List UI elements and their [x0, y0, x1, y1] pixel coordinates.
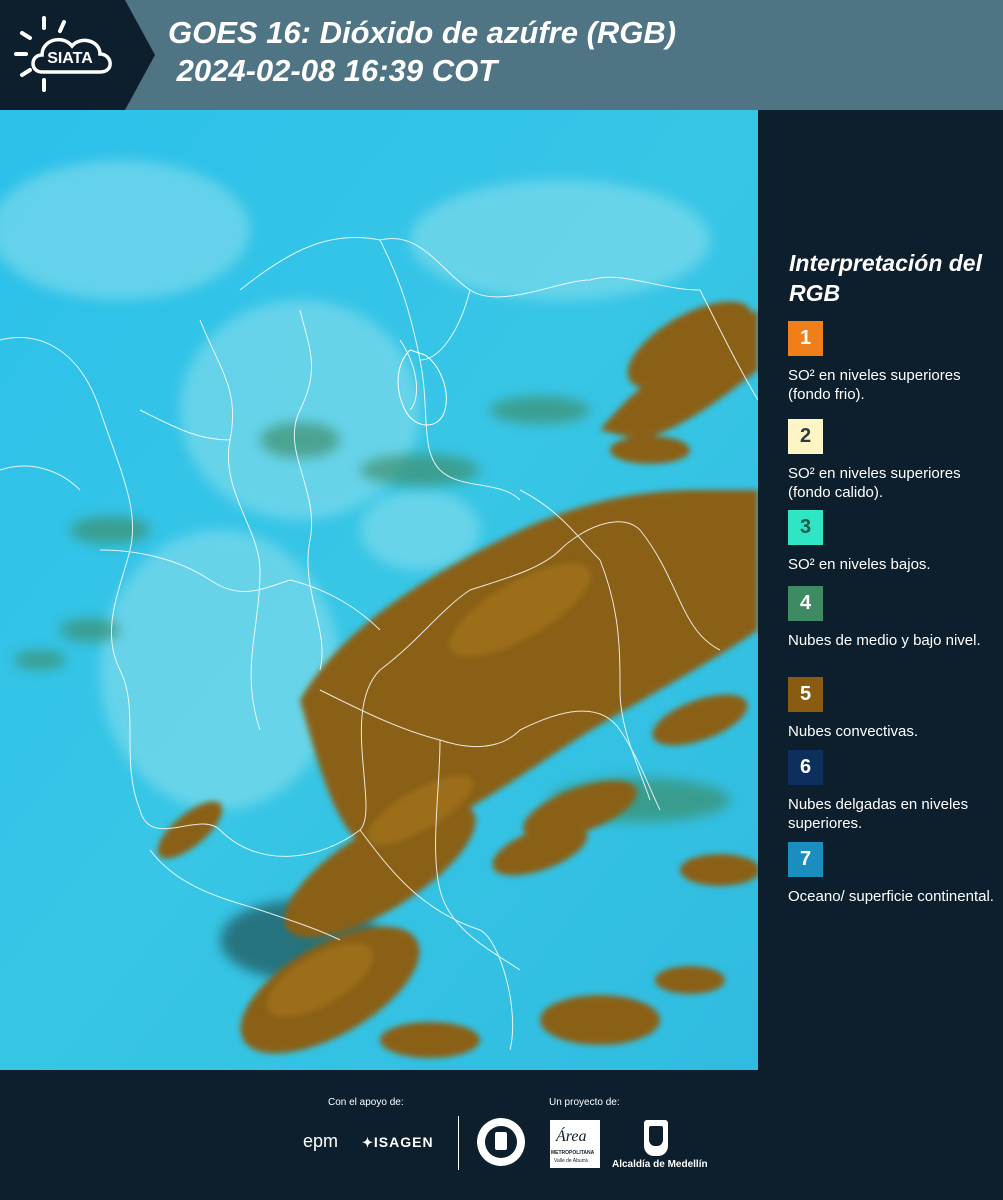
medellin-seal-icon — [477, 1118, 525, 1166]
legend-label-1: SO² en niveles superiores (fondo frio). — [788, 367, 961, 403]
legend-swatch-5: 5 — [788, 677, 823, 712]
legend-label-7: Oceano/ superficie continental. — [788, 888, 994, 905]
satellite-map — [0, 110, 758, 1070]
legend-swatch-3: 3 — [788, 510, 823, 545]
legend-item-1: 1 SO² en niveles superiores (fondo frio)… — [788, 321, 998, 404]
legend-number-3: 3 — [799, 516, 812, 538]
support-label: Con el apoyo de: — [328, 1097, 404, 1108]
legend-number-2: 2 — [799, 425, 812, 447]
legend-item-5: 5 Nubes convectivas. — [788, 677, 998, 741]
legend-label-5: Nubes convectivas. — [788, 723, 919, 740]
legend-item-7: 7 Oceano/ superficie continental. — [788, 842, 998, 906]
isagen-icon: ✦ — [362, 1135, 374, 1150]
legend-label-3: SO² en niveles bajos. — [788, 556, 931, 573]
isagen-logo: ✦ISAGEN — [362, 1134, 434, 1150]
siata-logo: SIATA — [0, 0, 155, 110]
epm-logo: epm — [303, 1131, 339, 1151]
title-line-1: GOES 16: Dióxido de azúfre (RGB) — [168, 15, 677, 50]
legend-number-1: 1 — [799, 327, 812, 349]
legend-item-4: 4 Nubes de medio y bajo nivel. — [788, 586, 998, 650]
svg-text:SIATA: SIATA — [47, 50, 93, 67]
legend-item-3: 3 SO² en niveles bajos. — [788, 510, 998, 574]
legend-panel: Interpretación del RGB 1 SO² en niveles … — [760, 110, 1003, 1070]
page-title: GOES 16: Dióxido de azúfre (RGB) 2024-02… — [168, 14, 676, 90]
header-bar: SIATA GOES 16: Dióxido de azúfre (RGB) 2… — [0, 0, 1003, 110]
project-label: Un proyecto de: — [549, 1097, 620, 1108]
alcaldia-label: Alcaldía de Medellín — [612, 1159, 708, 1170]
legend-swatch-1: 1 — [788, 321, 823, 356]
footer: Con el apoyo de: Un proyecto de: epm ✦IS… — [0, 1070, 1003, 1200]
legend-swatch-4: 4 — [788, 586, 823, 621]
alcaldia-shield-icon — [644, 1120, 668, 1156]
legend-swatch-6: 6 — [788, 750, 823, 785]
legend-number-4: 4 — [799, 592, 812, 614]
legend-swatch-2: 2 — [788, 419, 823, 454]
legend-swatch-7: 7 — [788, 842, 823, 877]
legend-number-7: 7 — [799, 848, 812, 870]
footer-divider — [458, 1116, 459, 1170]
title-line-2: 2024-02-08 16:39 COT — [168, 53, 498, 88]
legend-number-6: 6 — [799, 756, 812, 778]
legend-item-2: 2 SO² en niveles superiores (fondo calid… — [788, 419, 998, 521]
legend-title: Interpretación del RGB — [789, 250, 982, 306]
legend-label-6: Nubes delgadas en niveles superiores. — [788, 796, 969, 832]
legend-label-4: Nubes de medio y bajo nivel. — [788, 632, 981, 649]
legend-item-6: 6 Nubes delgadas en niveles superiores. — [788, 750, 998, 833]
legend-number-5: 5 — [799, 683, 812, 705]
area-metropolitana-logo: Área METROPOLITANA Valle de Aburrá — [550, 1120, 600, 1168]
